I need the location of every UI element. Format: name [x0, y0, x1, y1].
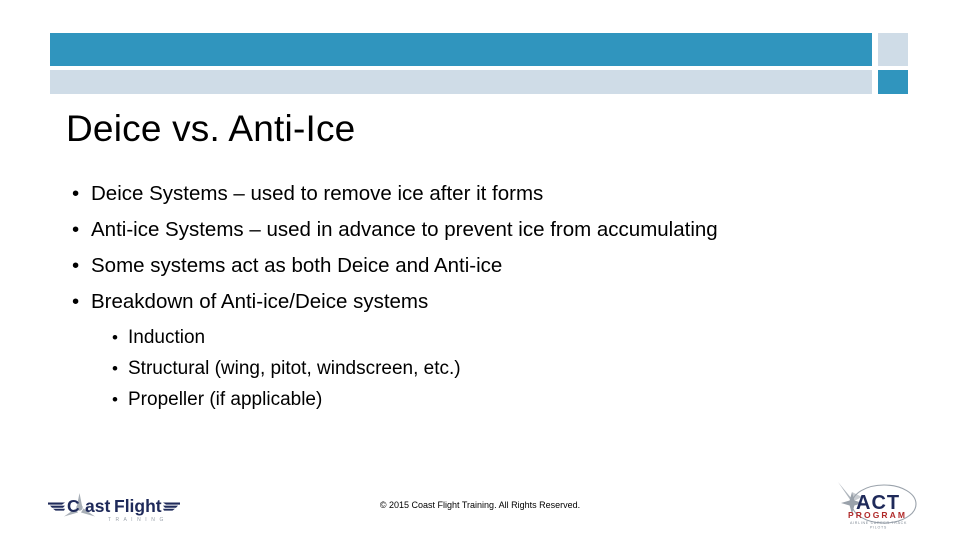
list-item-label: Breakdown of Anti-ice/Deice systems: [91, 290, 429, 313]
sub-list-item: • Structural (wing, pitot, windscreen, e…: [110, 353, 896, 384]
sub-list-item-label: Propeller (if applicable): [128, 389, 323, 410]
list-item: • Some systems act as both Deice and Ant…: [66, 248, 896, 284]
bullet-glyph-icon: •: [72, 254, 80, 277]
left-wing-icon: [48, 502, 65, 511]
list-item: • Anti-ice Systems – used in advance to …: [66, 212, 896, 248]
header-bar-primary: [50, 33, 872, 66]
list-item-label: Some systems act as both Deice and Anti-…: [91, 254, 503, 277]
act-program-logo: ACT PROGRAM AIRLINE CAREER TRACK PILOTS: [832, 476, 930, 532]
logo-tagline-line2: PILOTS: [870, 526, 887, 530]
logo-wordmark-program: PROGRAM: [848, 510, 907, 520]
bullet-glyph-icon: •: [72, 218, 80, 241]
slide-canvas: Deice vs. Anti-Ice • Deice Systems – use…: [0, 0, 960, 540]
logo-tagline-training: T R A I N I N G: [108, 517, 165, 523]
header-bar-accent-bottom-right: [878, 70, 908, 94]
bullet-glyph-icon: •: [112, 328, 118, 347]
sub-list-item-label: Induction: [128, 327, 206, 348]
bullet-glyph-icon: •: [72, 182, 80, 205]
list-item: • Deice Systems – used to remove ice aft…: [66, 176, 896, 212]
header-bar-accent-top-right: [878, 33, 908, 66]
sub-list-item-label: Structural (wing, pitot, windscreen, etc…: [128, 358, 461, 379]
logo-wordmark-oast: ast: [85, 496, 110, 516]
list-item-label: Deice Systems – used to remove ice after…: [91, 182, 544, 205]
sub-list-item: • Induction: [110, 322, 896, 353]
bullet-list: • Deice Systems – used to remove ice aft…: [66, 176, 896, 415]
list-item-label: Anti-ice Systems – used in advance to pr…: [91, 218, 718, 241]
page-title: Deice vs. Anti-Ice: [66, 108, 356, 149]
header-bar-secondary: [50, 70, 872, 94]
bullet-glyph-icon: •: [112, 390, 118, 409]
list-item: • Breakdown of Anti-ice/Deice systems: [66, 284, 896, 320]
bullet-glyph-icon: •: [112, 359, 118, 378]
sub-bullet-list: • Induction • Structural (wing, pitot, w…: [66, 322, 896, 415]
logo-wordmark-coast: C: [67, 496, 80, 516]
sub-list-item: • Propeller (if applicable): [110, 384, 896, 415]
logo-tagline-line1: AIRLINE CAREER TRACK: [850, 521, 907, 525]
logo-wordmark-flight: Flight: [114, 496, 162, 516]
right-wing-icon: [163, 502, 180, 511]
bullet-glyph-icon: •: [72, 290, 80, 313]
coast-flight-training-logo: C ast Flight T R A I N I N G: [48, 483, 180, 529]
